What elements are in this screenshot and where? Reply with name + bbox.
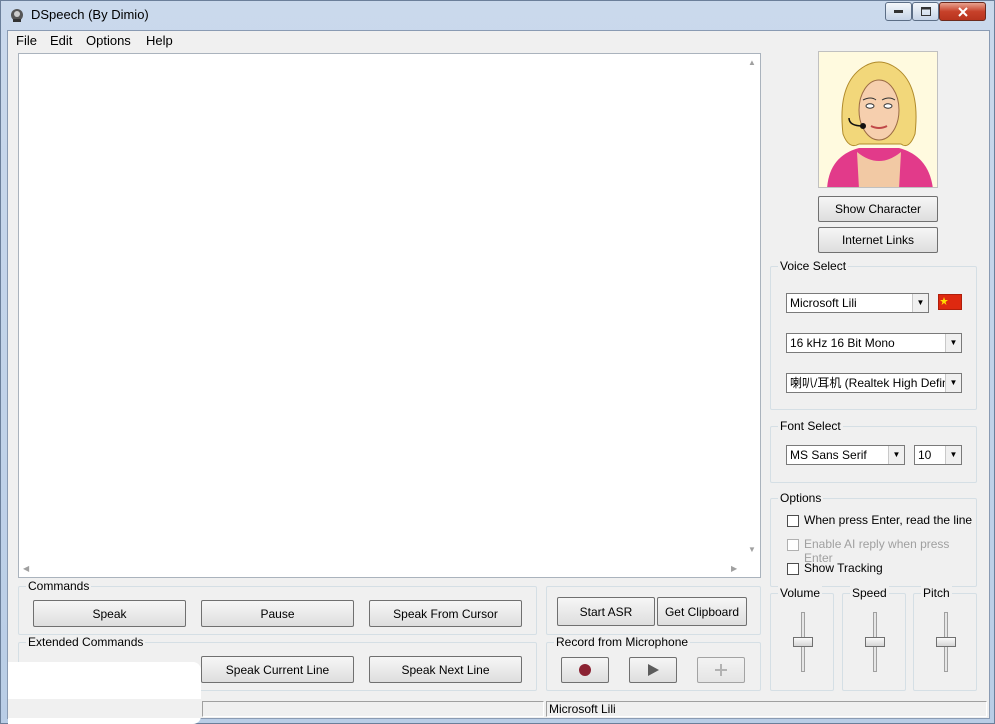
window-title: DSpeech (By Dimio)	[31, 7, 149, 22]
show-tracking-checkbox[interactable]	[787, 563, 799, 575]
record-label: Record from Microphone	[554, 635, 691, 649]
play-button[interactable]	[629, 657, 677, 683]
minimize-icon	[894, 10, 903, 13]
volume-slider-thumb[interactable]	[793, 637, 813, 647]
vertical-scrollbar[interactable]: ▲ ▼	[744, 54, 760, 561]
record-group: Record from Microphone	[546, 635, 761, 691]
output-device-combo[interactable]: 喇叭/耳机 (Realtek High Definition ▼	[786, 373, 962, 393]
add-button[interactable]	[697, 657, 745, 683]
read-line-on-enter-checkbox[interactable]	[787, 515, 799, 527]
china-flag-icon	[940, 297, 948, 305]
menu-file[interactable]: File	[14, 33, 39, 48]
get-clipboard-button[interactable]: Get Clipboard	[657, 597, 747, 626]
scroll-up-icon[interactable]: ▲	[748, 58, 756, 67]
record-button[interactable]	[561, 657, 609, 683]
play-icon	[648, 664, 659, 676]
start-asr-button[interactable]: Start ASR	[557, 597, 655, 626]
maximize-button[interactable]	[912, 2, 939, 21]
scroll-down-icon[interactable]: ▼	[748, 545, 756, 554]
status-pane-voice: Microsoft Lili	[546, 701, 987, 717]
horizontal-scrollbar[interactable]: ◀ ▶	[19, 561, 744, 577]
font-combo[interactable]: MS Sans Serif ▼	[786, 445, 905, 465]
menu-bar: File Edit Options Help	[8, 31, 989, 51]
commands-label: Commands	[26, 579, 92, 593]
status-pane-left	[202, 701, 544, 717]
chevron-down-icon[interactable]: ▼	[945, 334, 961, 352]
menu-edit[interactable]: Edit	[48, 33, 74, 48]
font-select-group: Font Select MS Sans Serif ▼ 10 ▼	[770, 419, 977, 483]
voice-select-label: Voice Select	[778, 259, 849, 273]
show-tracking-label[interactable]: Show Tracking	[804, 561, 883, 575]
voice-combo[interactable]: Microsoft Lili ▼	[786, 293, 929, 313]
close-button[interactable]	[939, 2, 986, 21]
speak-from-cursor-button[interactable]: Speak From Cursor	[369, 600, 522, 627]
asr-group: Start ASR Get Clipboard	[546, 586, 761, 635]
text-editor[interactable]: ▲ ▼ ◀ ▶	[18, 53, 761, 578]
options-group: Options When press Enter, read the line …	[770, 491, 977, 587]
record-icon	[579, 664, 591, 676]
chevron-down-icon[interactable]: ▼	[945, 446, 961, 464]
scroll-right-icon[interactable]: ▶	[731, 564, 737, 573]
font-select-label: Font Select	[778, 419, 843, 433]
chevron-down-icon[interactable]: ▼	[888, 446, 904, 464]
speak-next-line-button[interactable]: Speak Next Line	[369, 656, 522, 683]
character-portrait-icon	[819, 52, 937, 187]
ai-reply-checkbox[interactable]	[787, 539, 799, 551]
pitch-slider-thumb[interactable]	[936, 637, 956, 647]
title-bar[interactable]: DSpeech (By Dimio)	[1, 1, 994, 29]
commands-group: Commands Speak Pause Speak From Cursor	[18, 579, 537, 635]
show-character-button[interactable]: Show Character	[818, 196, 938, 222]
plus-icon	[715, 664, 727, 676]
extended-commands-label: Extended Commands	[26, 635, 146, 649]
status-bar: Microsoft Lili	[8, 699, 989, 718]
scroll-left-icon[interactable]: ◀	[23, 564, 29, 573]
internet-links-button[interactable]: Internet Links	[818, 227, 938, 253]
speed-label: Speed	[850, 586, 889, 600]
menu-options[interactable]: Options	[84, 33, 133, 48]
speed-slider-thumb[interactable]	[865, 637, 885, 647]
pause-button[interactable]: Pause	[201, 600, 354, 627]
audio-format-combo[interactable]: 16 kHz 16 Bit Mono ▼	[786, 333, 962, 353]
pitch-label: Pitch	[921, 586, 952, 600]
app-window: DSpeech (By Dimio) File Edit Options Hel…	[0, 0, 995, 724]
client-area: File Edit Options Help ▲ ▼ ◀ ▶ Show Char…	[7, 30, 990, 724]
menu-help[interactable]: Help	[144, 33, 175, 48]
app-icon	[9, 7, 25, 23]
speak-button[interactable]: Speak	[33, 600, 186, 627]
speed-group: Speed	[842, 586, 906, 691]
font-size-combo[interactable]: 10 ▼	[914, 445, 962, 465]
pitch-group: Pitch	[913, 586, 977, 691]
character-image	[818, 51, 938, 188]
minimize-button[interactable]	[885, 2, 912, 21]
read-line-on-enter-label[interactable]: When press Enter, read the line	[804, 513, 972, 527]
volume-group: Volume	[770, 586, 834, 691]
close-icon	[957, 6, 968, 17]
voice-select-group: Voice Select Microsoft Lili ▼ 16 kHz 16 …	[770, 259, 977, 410]
volume-label: Volume	[778, 586, 823, 600]
chevron-down-icon[interactable]: ▼	[912, 294, 928, 312]
options-label: Options	[778, 491, 824, 505]
maximize-icon	[920, 7, 931, 16]
chevron-down-icon[interactable]: ▼	[945, 374, 961, 392]
flag-icon	[938, 294, 962, 310]
speak-current-line-button[interactable]: Speak Current Line	[201, 656, 354, 683]
